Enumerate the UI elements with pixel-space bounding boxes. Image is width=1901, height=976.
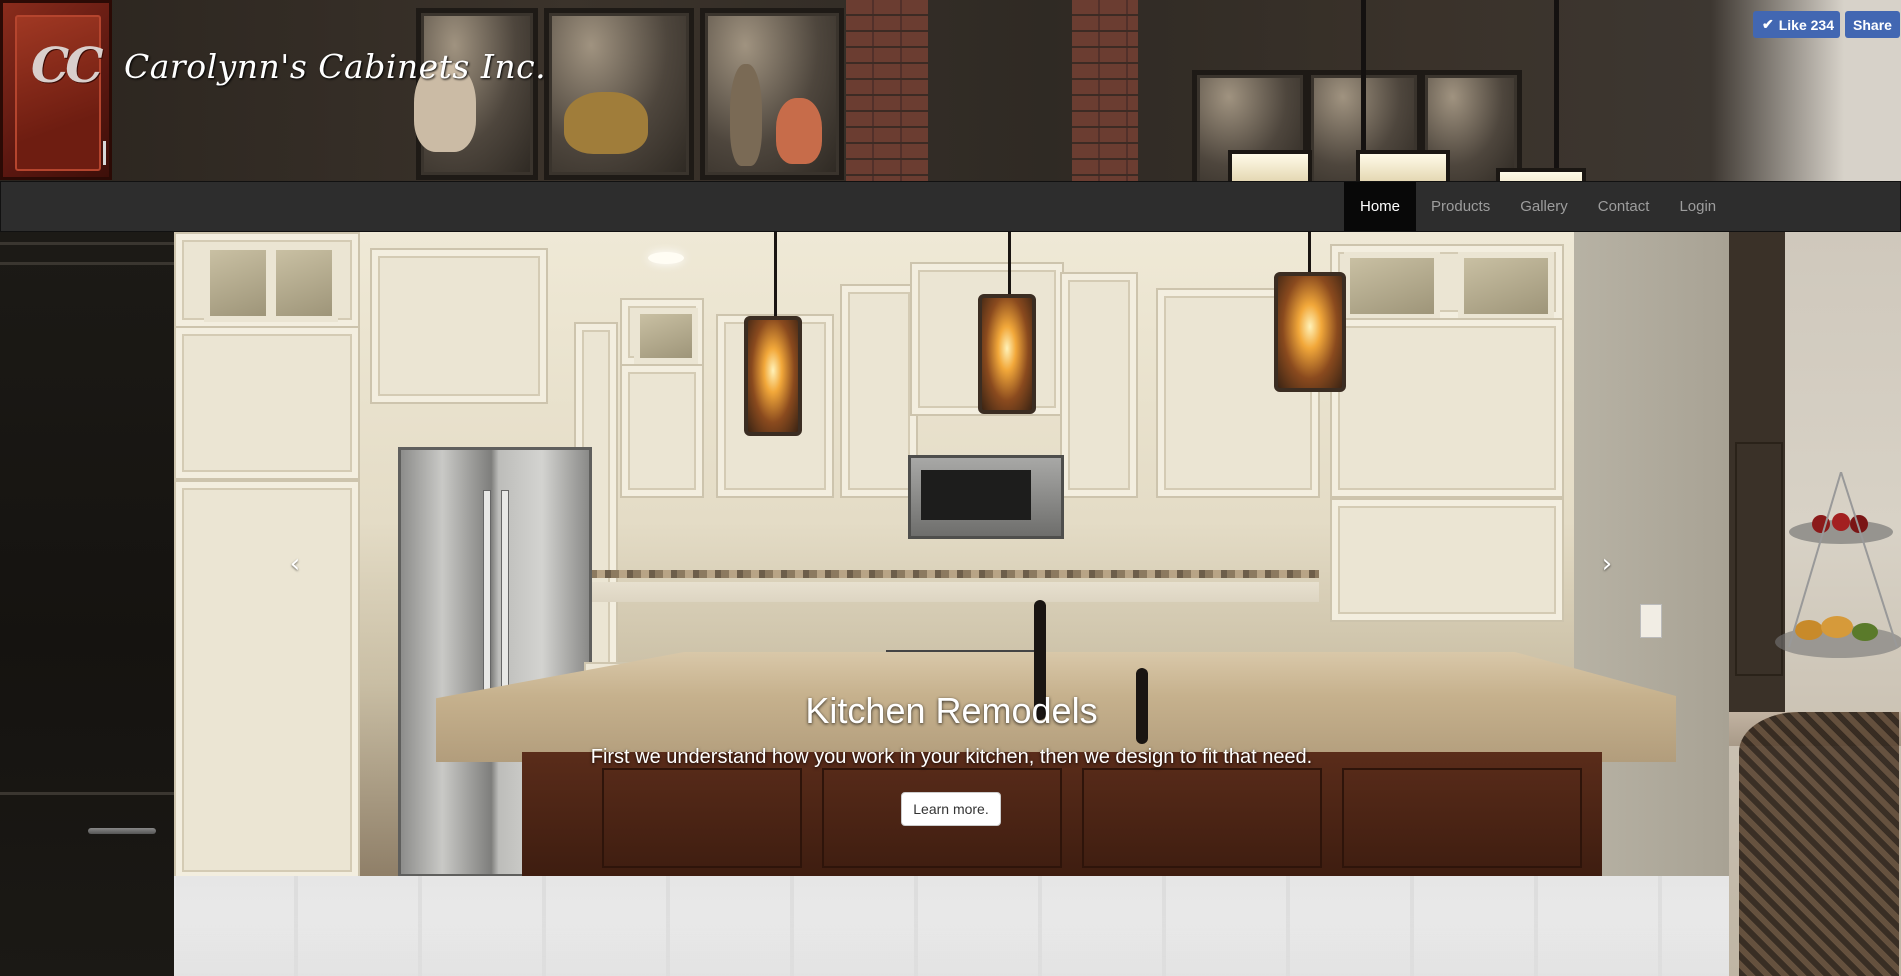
facebook-share-button[interactable]: Share (1845, 11, 1900, 38)
nav-item-contact[interactable]: Contact (1583, 182, 1665, 231)
logo-monogram: CC (31, 38, 103, 94)
facebook-like-button[interactable]: ✔ Like 234 (1753, 11, 1840, 38)
site-logo[interactable]: CC (0, 0, 112, 180)
slide-title: Kitchen Remodels (805, 690, 1098, 731)
background-right-image (1729, 232, 1901, 976)
fruit-stand-image (1775, 472, 1901, 658)
facebook-like-label: Like 234 (1778, 16, 1834, 33)
learn-more-button[interactable]: Learn more. (901, 792, 1001, 826)
nav-item-products[interactable]: Products (1416, 182, 1505, 231)
header-brick-wall (846, 0, 928, 181)
checkmark-icon: ✔ (1762, 16, 1774, 32)
header-brick-wall (1072, 0, 1138, 181)
main-navbar: Home Products Gallery Contact Login (0, 181, 1901, 232)
nav-item-login[interactable]: Login (1664, 182, 1731, 231)
nav-item-home[interactable]: Home (1344, 182, 1417, 231)
nav-menu: Home Products Gallery Contact Login (1344, 182, 1731, 231)
carousel-slide-image (174, 232, 1729, 876)
background-left-image (0, 232, 174, 976)
header-cabinet-glass (700, 8, 844, 180)
carousel-next-icon[interactable]: › (1592, 544, 1622, 584)
main-content-area (174, 876, 1729, 976)
carousel-prev-icon[interactable]: ‹ (280, 544, 310, 584)
hero-carousel: ‹ › Kitchen Remodels First we understand… (174, 232, 1729, 876)
site-title[interactable]: Carolynn's Cabinets Inc. (124, 47, 546, 86)
nav-item-gallery[interactable]: Gallery (1505, 182, 1583, 231)
site-header: CC Carolynn's Cabinets Inc. ✔ Like 234 S… (0, 0, 1901, 181)
slide-text: First we understand how you work in your… (590, 746, 1313, 768)
